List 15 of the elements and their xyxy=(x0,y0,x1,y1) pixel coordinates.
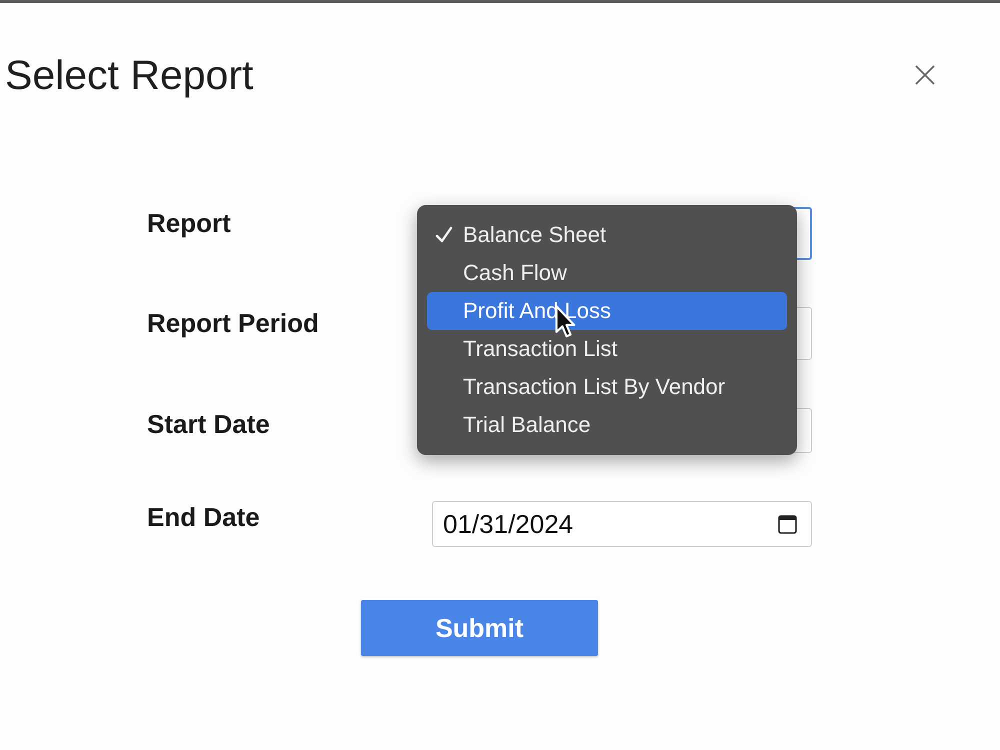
field-label: Start Date xyxy=(147,408,271,441)
calendar-icon[interactable] xyxy=(778,514,797,534)
field-label: Report xyxy=(147,207,232,240)
menu-option[interactable]: Balance Sheet xyxy=(427,216,787,254)
dialog-title: Select Report xyxy=(5,51,254,99)
close-icon xyxy=(915,65,935,85)
menu-option[interactable]: Cash Flow xyxy=(427,254,787,292)
close-button[interactable] xyxy=(914,64,936,86)
field-label: Report Period xyxy=(147,307,320,340)
field-label: End Date xyxy=(147,501,261,534)
menu-option[interactable]: Transaction List xyxy=(427,330,787,368)
menu-option[interactable]: Trial Balance xyxy=(427,406,787,444)
date-field[interactable]: 01/31/2024 xyxy=(432,501,812,547)
submit-button[interactable]: Submit xyxy=(361,600,598,656)
menu-option[interactable]: Transaction List By Vendor xyxy=(427,368,787,406)
